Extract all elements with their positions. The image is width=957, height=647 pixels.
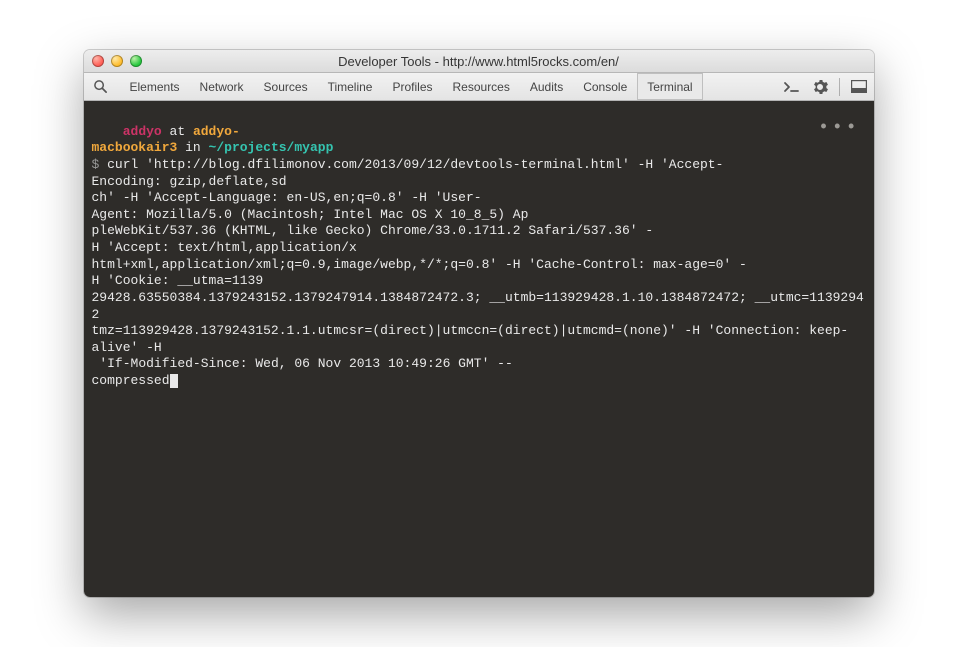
cmd-line: pleWebKit/537.36 (KHTML, like Gecko) Chr… [92, 223, 654, 238]
cmd-line: ch' -H 'Accept-Language: en-US,en;q=0.8'… [92, 190, 482, 205]
cmd-line: tmz=113929428.1379243152.1.1.utmcsr=(dir… [92, 323, 849, 338]
tab-elements[interactable]: Elements [120, 73, 190, 100]
cmd-line: compressed [92, 373, 170, 388]
inspect-icon[interactable] [92, 78, 110, 96]
cmd-line: html+xml,application/xml;q=0.9,image/web… [92, 257, 747, 272]
cmd-line: Encoding: gzip,deflate,sd [92, 174, 287, 189]
cmd-line: alive' -H [92, 340, 162, 355]
prompt-host-1: addyo- [193, 124, 240, 139]
toolbar-right [783, 78, 868, 96]
terminal-pane[interactable]: ••• addyo at addyo- macbookair3 in ~/proj… [84, 101, 874, 597]
maximize-icon[interactable] [130, 55, 142, 67]
gear-icon[interactable] [811, 78, 829, 96]
terminal-menu-icon[interactable]: ••• [818, 117, 859, 140]
cmd-line: H 'Cookie: __utma=1139 [92, 273, 264, 288]
show-console-icon[interactable] [783, 78, 801, 96]
tabs: Elements Network Sources Timeline Profil… [120, 73, 703, 100]
titlebar: Developer Tools - http://www.html5rocks.… [84, 50, 874, 73]
devtools-window: Developer Tools - http://www.html5rocks.… [84, 50, 874, 597]
tab-timeline[interactable]: Timeline [318, 73, 383, 100]
prompt-in: in [177, 140, 208, 155]
tab-resources[interactable]: Resources [443, 73, 520, 100]
minimize-icon[interactable] [111, 55, 123, 67]
cmd-line: 29428.63550384.1379243152.1379247914.138… [92, 290, 864, 322]
prompt-host-2: macbookair3 [92, 140, 178, 155]
window-title: Developer Tools - http://www.html5rocks.… [84, 54, 874, 69]
tab-audits[interactable]: Audits [520, 73, 573, 100]
cmd-line: Agent: Mozilla/5.0 (Macintosh; Intel Mac… [92, 207, 529, 222]
tab-sources[interactable]: Sources [254, 73, 318, 100]
tab-network[interactable]: Network [190, 73, 254, 100]
tab-terminal[interactable]: Terminal [637, 73, 702, 100]
prompt-at: at [162, 124, 193, 139]
tab-profiles[interactable]: Profiles [382, 73, 442, 100]
dock-icon[interactable] [850, 78, 868, 96]
cursor-icon [170, 374, 178, 388]
traffic-lights [92, 55, 142, 67]
tab-console[interactable]: Console [573, 73, 637, 100]
cmd-line: curl 'http://blog.dfilimonov.com/2013/09… [107, 157, 723, 172]
close-icon[interactable] [92, 55, 104, 67]
prompt-user: addyo [123, 124, 162, 139]
cmd-line: H 'Accept: text/html,application/x [92, 240, 357, 255]
toolbar: Elements Network Sources Timeline Profil… [84, 73, 874, 101]
prompt-path: ~/projects/myapp [209, 140, 334, 155]
toolbar-separator [839, 78, 840, 96]
prompt-symbol: $ [92, 157, 108, 172]
cmd-line: 'If-Modified-Since: Wed, 06 Nov 2013 10:… [92, 356, 513, 371]
